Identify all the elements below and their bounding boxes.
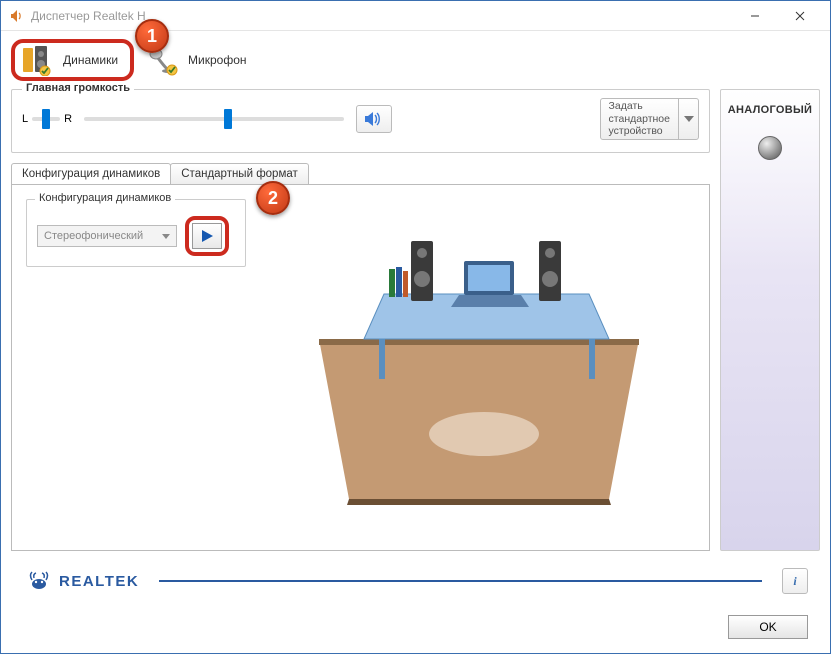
test-play-button[interactable] [192,223,222,249]
brand-logo: REALTEK [27,570,139,592]
tab-speakers-label: Динамики [63,53,118,67]
speaker-config-group: Конфигурация динамиков Стереофонический [26,199,246,267]
volume-panel: Главная громкость L R [11,89,710,153]
config-group-label: Конфигурация динамиков [35,192,175,204]
speaker-config-panel: Конфигурация динамиков Стереофонический … [11,184,710,551]
tab-speakers[interactable]: Динамики [11,39,134,81]
config-left: Конфигурация динамиков Стереофонический … [26,199,246,536]
minimize-button[interactable] [732,2,777,30]
brand-text: REALTEK [59,573,139,590]
speaker-mode-combo[interactable]: Стереофонический [37,225,177,247]
brand-divider [159,580,762,582]
play-button-annotation [185,216,229,256]
sub-tabs: Конфигурация динамиков Стандартный форма… [11,163,710,184]
titlebar: Диспетчер Realtek H [1,1,830,31]
window-controls [732,2,822,30]
main-row: Главная громкость L R [11,89,820,551]
volume-slider[interactable] [84,117,344,121]
speaker-mode-value: Стереофонический [44,230,143,242]
connector-panel: АНАЛОГОВЫЙ [720,89,820,551]
app-window: Диспетчер Realtek H [0,0,831,654]
realtek-crab-icon [27,570,51,592]
window-body: Динамики Микрофон 1 [1,31,830,653]
analog-label: АНАЛОГОВЫЙ [727,104,813,116]
close-button[interactable] [777,2,822,30]
speakers-icon [19,44,55,76]
set-default-device-button[interactable]: Задать стандартное устройство [600,98,699,140]
analog-jack[interactable] [758,136,782,160]
device-tabs: Динамики Микрофон [11,39,820,81]
left-column: Главная громкость L R [11,89,710,551]
footer: REALTEK i [11,551,820,611]
window-title: Диспетчер Realtek H [31,9,732,23]
chevron-down-icon [678,99,698,139]
app-speaker-icon [9,8,25,24]
set-default-label: Задать стандартное устройство [601,98,678,140]
ok-button[interactable]: OK [728,615,808,639]
info-button[interactable]: i [782,568,808,594]
tab-microphone-label: Микрофон [188,53,246,67]
subtab-default-format[interactable]: Стандартный формат [170,163,309,184]
mute-button[interactable] [356,105,392,133]
balance-right-label: R [64,113,72,125]
annotation-badge-1: 1 [135,19,169,53]
balance-left-label: L [22,113,28,125]
balance-control[interactable]: L R [22,113,72,125]
room-illustration [262,199,695,536]
subtab-speaker-config[interactable]: Конфигурация динамиков [11,163,171,184]
volume-group-label: Главная громкость [22,82,134,94]
